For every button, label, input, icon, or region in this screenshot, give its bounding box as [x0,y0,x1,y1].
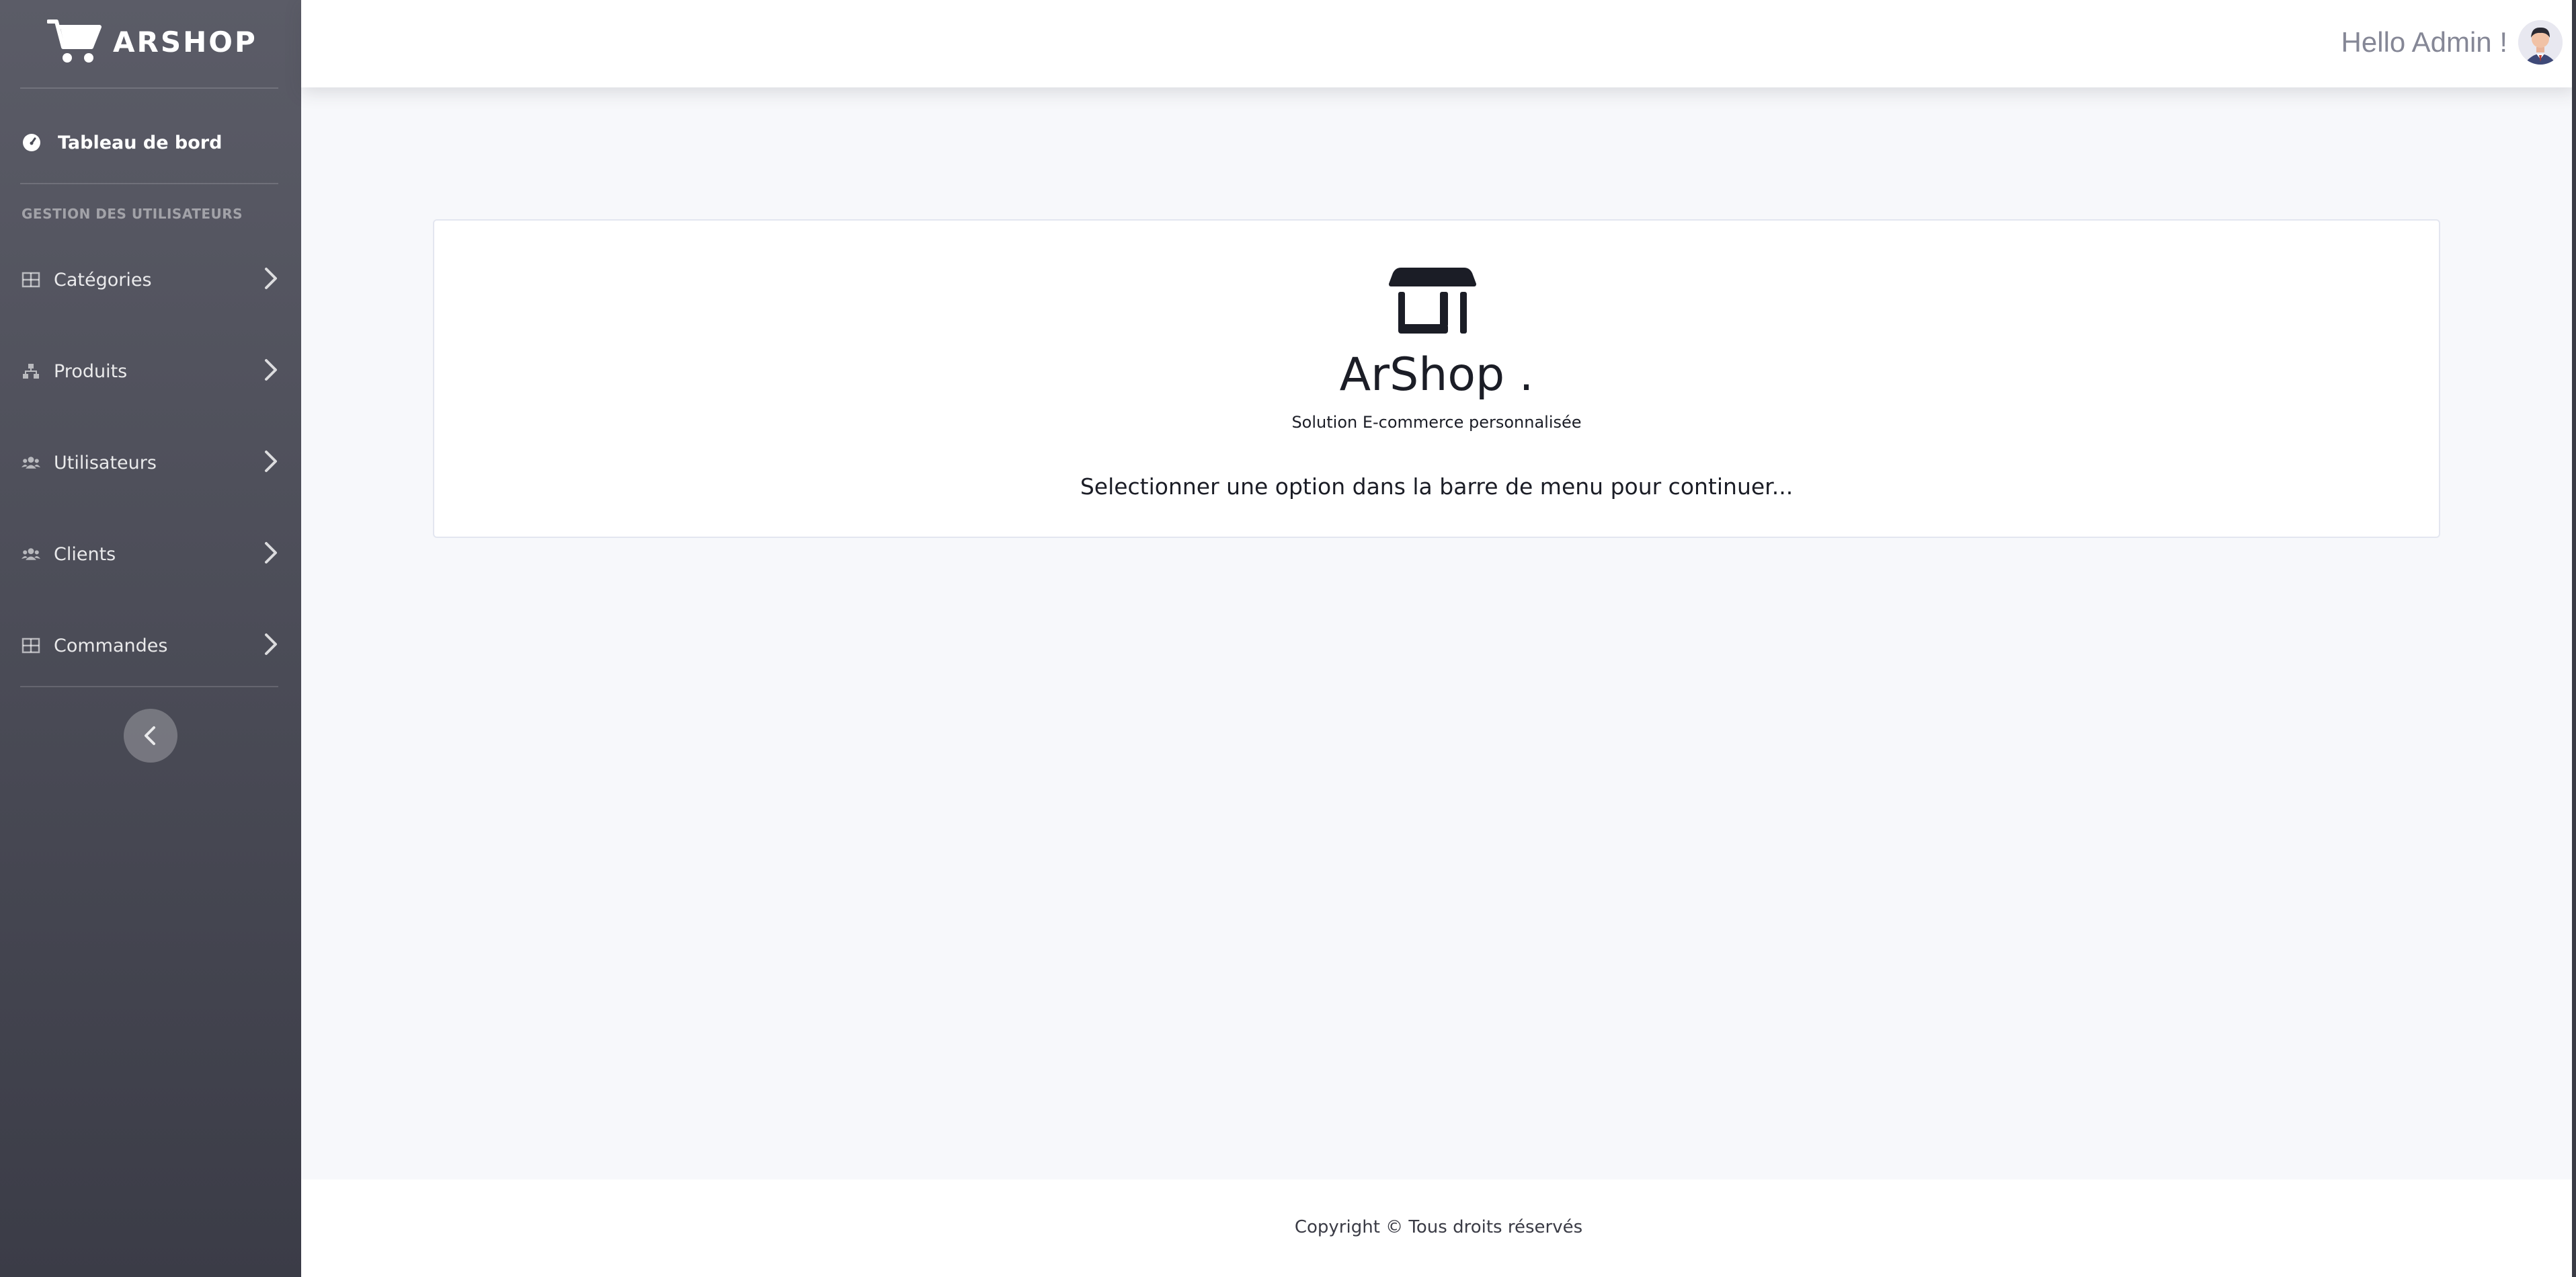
sidebar-item-categories[interactable]: Catégories [22,258,284,301]
topbar: Hello Admin ! [301,0,2576,87]
sidebar-item-clients[interactable]: Clients [22,533,284,576]
footer: Copyright © Tous droits réservés [301,1179,2576,1277]
sidebar-item-label: Produits [54,360,128,382]
sidebar-item-dashboard[interactable]: Tableau de bord [22,124,284,161]
store-icon [1389,268,1476,334]
copyright-text: Copyright © Tous droits réservés [1294,1217,1583,1237]
chevron-right-icon [265,451,277,472]
sidebar-item-label: Clients [54,543,116,565]
chevron-right-icon [265,268,277,289]
table-grid-icon [22,270,40,289]
user-menu[interactable]: Hello Admin ! [2341,19,2563,66]
sidebar-item-label: Tableau de bord [58,132,223,153]
users-icon [22,545,40,564]
card-title: ArShop . [1339,348,1534,401]
sidebar-toggle-button[interactable] [124,709,177,763]
chevron-left-icon [145,726,155,745]
user-avatar-icon[interactable] [2518,20,2563,65]
sidebar-divider [20,87,278,89]
sidebar-item-label: Utilisateurs [54,452,157,473]
brand-logo[interactable]: ARSHOP [47,15,262,69]
card-message: Selectionner une option dans la barre de… [1080,473,1794,500]
card-subtitle: Solution E-commerce personnalisée [1291,413,1582,432]
sidebar-item-label: Commandes [54,635,168,656]
shopping-cart-icon [47,20,102,63]
brand-name: ARSHOP [113,25,257,59]
sidebar-divider [20,183,278,184]
sitemap-icon [22,362,40,381]
sidebar-item-commandes[interactable]: Commandes [22,624,284,667]
table-grid-icon [22,636,40,655]
sidebar-item-produits[interactable]: Produits [22,350,284,393]
window-edge [2572,0,2576,1277]
welcome-card: ArShop . Solution E-commerce personnalis… [433,219,2440,538]
tachometer-icon [23,134,40,151]
chevron-right-icon [265,633,277,655]
chevron-right-icon [265,542,277,564]
sidebar-item-utilisateurs[interactable]: Utilisateurs [22,441,284,484]
chevron-right-icon [265,359,277,381]
user-greeting: Hello Admin ! [2341,26,2507,58]
sidebar: ARSHOP Tableau de bord GESTION DES UTILI… [0,0,301,1277]
users-icon [22,453,40,472]
sidebar-item-label: Catégories [54,269,152,291]
sidebar-divider [20,686,278,687]
sidebar-section-heading: GESTION DES UTILISATEURS [22,206,243,222]
